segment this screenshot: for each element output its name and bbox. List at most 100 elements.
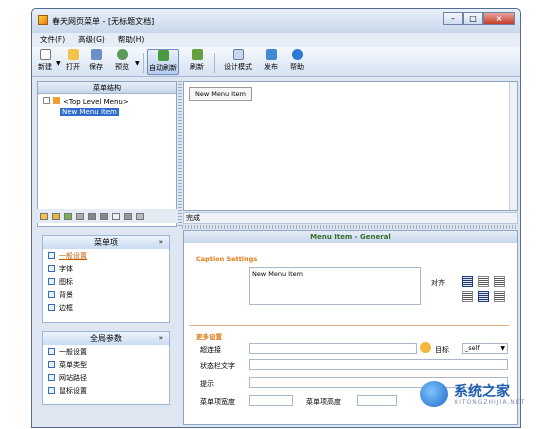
caption-textarea[interactable]: New Menu Item (249, 267, 421, 305)
save-button[interactable]: 保存 (87, 49, 105, 75)
link-site-path[interactable]: 网站路径 (43, 371, 169, 384)
valign-bottom-right-icon[interactable] (494, 291, 505, 302)
item-width-input[interactable] (249, 395, 293, 406)
link-font[interactable]: 字体 (43, 262, 169, 275)
design-scrollbar[interactable] (509, 82, 517, 210)
path-icon (48, 374, 55, 381)
design-mode-button[interactable]: 设计模式 (222, 49, 254, 75)
toolbar: 新建 ▼ 打开 保存 预览 ▼ 自动刷新 刷新 设计模式 发布 帮助 (32, 47, 520, 77)
close-button[interactable]: × (483, 12, 515, 25)
watermark-logo: 系统之家 XITONGZHIJIA.NET (420, 379, 545, 411)
watermark-sub: XITONGZHIJIA.NET (454, 399, 526, 406)
browse-icon[interactable] (420, 342, 431, 353)
link-mouse-settings[interactable]: 鼠标设置 (43, 384, 169, 397)
align-right-icon[interactable] (494, 276, 505, 287)
target-select[interactable]: _self ▼ (462, 343, 508, 354)
tree-item-new-menu[interactable]: New Menu Item (60, 108, 119, 116)
menu-file[interactable]: 文件(F) (40, 33, 65, 47)
design-canvas: New Menu Item (183, 81, 518, 211)
open-button[interactable]: 打开 (64, 49, 82, 75)
new-button[interactable]: 新建 (36, 49, 54, 75)
link-border[interactable]: 边框 (43, 301, 169, 314)
item-height-input[interactable] (357, 395, 397, 406)
item-height-label: 菜单项高度 (306, 398, 341, 406)
link-menu-type[interactable]: 菜单类型 (43, 358, 169, 371)
paste-icon[interactable] (136, 212, 144, 220)
auto-refresh-button[interactable]: 自动刷新 (147, 49, 179, 75)
folder-icon (53, 97, 60, 104)
link-background[interactable]: 背景 (43, 288, 169, 301)
link-input[interactable] (249, 343, 417, 354)
target-label: 目标 (435, 346, 449, 354)
app-window: 春天网页菜单 - [无标题文档] – □ × 文件(F) 高级(G) 帮助(H)… (31, 8, 521, 428)
menu-tree-panel: 菜单结构 <Top Level Menu> New Menu Item (37, 81, 177, 227)
refresh-button[interactable]: 刷新 (188, 49, 206, 75)
maximize-button[interactable]: □ (463, 12, 483, 25)
settings-icon (48, 348, 55, 355)
cut-icon[interactable] (124, 212, 132, 220)
link-label: 超连接 (200, 346, 221, 354)
collapse-icon[interactable] (43, 97, 50, 104)
valign-bottom-left-icon[interactable] (462, 291, 473, 302)
menu-advanced[interactable]: 高级(G) (78, 33, 105, 47)
new-dropdown-icon[interactable]: ▼ (56, 60, 61, 67)
menu-item-panel-title: 菜单项 (94, 238, 118, 247)
menu-help[interactable]: 帮助(H) (118, 33, 145, 47)
publish-icon (265, 49, 277, 60)
font-icon (48, 265, 55, 272)
xitongzhijia-logo-icon (420, 381, 448, 407)
tree-root-item[interactable]: <Top Level Menu> (43, 97, 129, 106)
publish-button[interactable]: 发布 (262, 49, 280, 75)
insert-icon[interactable] (64, 212, 72, 220)
move-up-icon[interactable] (88, 212, 96, 220)
help-button[interactable]: 帮助 (288, 49, 306, 75)
valign-middle-icon[interactable] (478, 291, 489, 302)
background-icon (48, 291, 55, 298)
window-title: 春天网页菜单 - [无标题文档] (52, 17, 155, 26)
copy-icon[interactable] (112, 212, 120, 220)
mouse-icon (48, 387, 55, 394)
add-item-icon[interactable] (40, 212, 48, 220)
watermark-text: 系统之家 (454, 384, 510, 400)
vertical-splitter[interactable] (178, 81, 182, 227)
auto-refresh-icon (157, 50, 169, 61)
settings-icon (48, 252, 55, 259)
move-down-icon[interactable] (100, 212, 108, 220)
delete-icon[interactable] (76, 212, 84, 220)
menu-bar: 文件(F) 高级(G) 帮助(H) (32, 33, 520, 47)
properties-header: Menu Item - General (184, 231, 517, 243)
status-text-label: 状态栏文字 (200, 362, 235, 370)
horizontal-splitter[interactable] (182, 225, 518, 229)
link-icon[interactable]: 图标 (43, 275, 169, 288)
global-panel-title: 全局参数 (90, 334, 122, 343)
align-left-icon[interactable] (462, 276, 473, 287)
add-sub-icon[interactable] (52, 212, 60, 220)
collapse-chevron-icon[interactable]: » (159, 332, 163, 345)
menu-type-icon (48, 361, 55, 368)
preview-dropdown-icon[interactable]: ▼ (135, 60, 140, 67)
refresh-icon (191, 49, 203, 60)
minimize-button[interactable]: – (443, 12, 463, 25)
preview-button[interactable]: 预览 (113, 49, 131, 75)
global-params-panel: 全局参数 » 一般设置 菜单类型 网站路径 鼠标设置 (42, 331, 170, 405)
collapse-chevron-icon[interactable]: » (159, 236, 163, 249)
status-text-input[interactable] (249, 359, 508, 370)
preview-icon (116, 49, 128, 60)
more-settings-title: 更多设置 (196, 333, 222, 341)
design-menu-item[interactable]: New Menu Item (189, 87, 252, 101)
align-center-icon[interactable] (478, 276, 489, 287)
folder-icon (67, 49, 79, 60)
link-general[interactable]: 一般设置 (43, 249, 169, 262)
align-label: 对齐 (431, 279, 445, 287)
border-icon (48, 304, 55, 311)
new-file-icon (39, 49, 51, 60)
help-icon (291, 49, 303, 60)
link-global-general[interactable]: 一般设置 (43, 345, 169, 358)
design-mode-icon (232, 49, 244, 60)
caption-settings-title: Caption Settings (196, 255, 258, 263)
item-width-label: 菜单项宽度 (200, 398, 235, 406)
image-icon (48, 278, 55, 285)
save-icon (90, 49, 102, 60)
status-bar: 完成 (183, 212, 518, 224)
tree-toolbar (37, 209, 177, 223)
